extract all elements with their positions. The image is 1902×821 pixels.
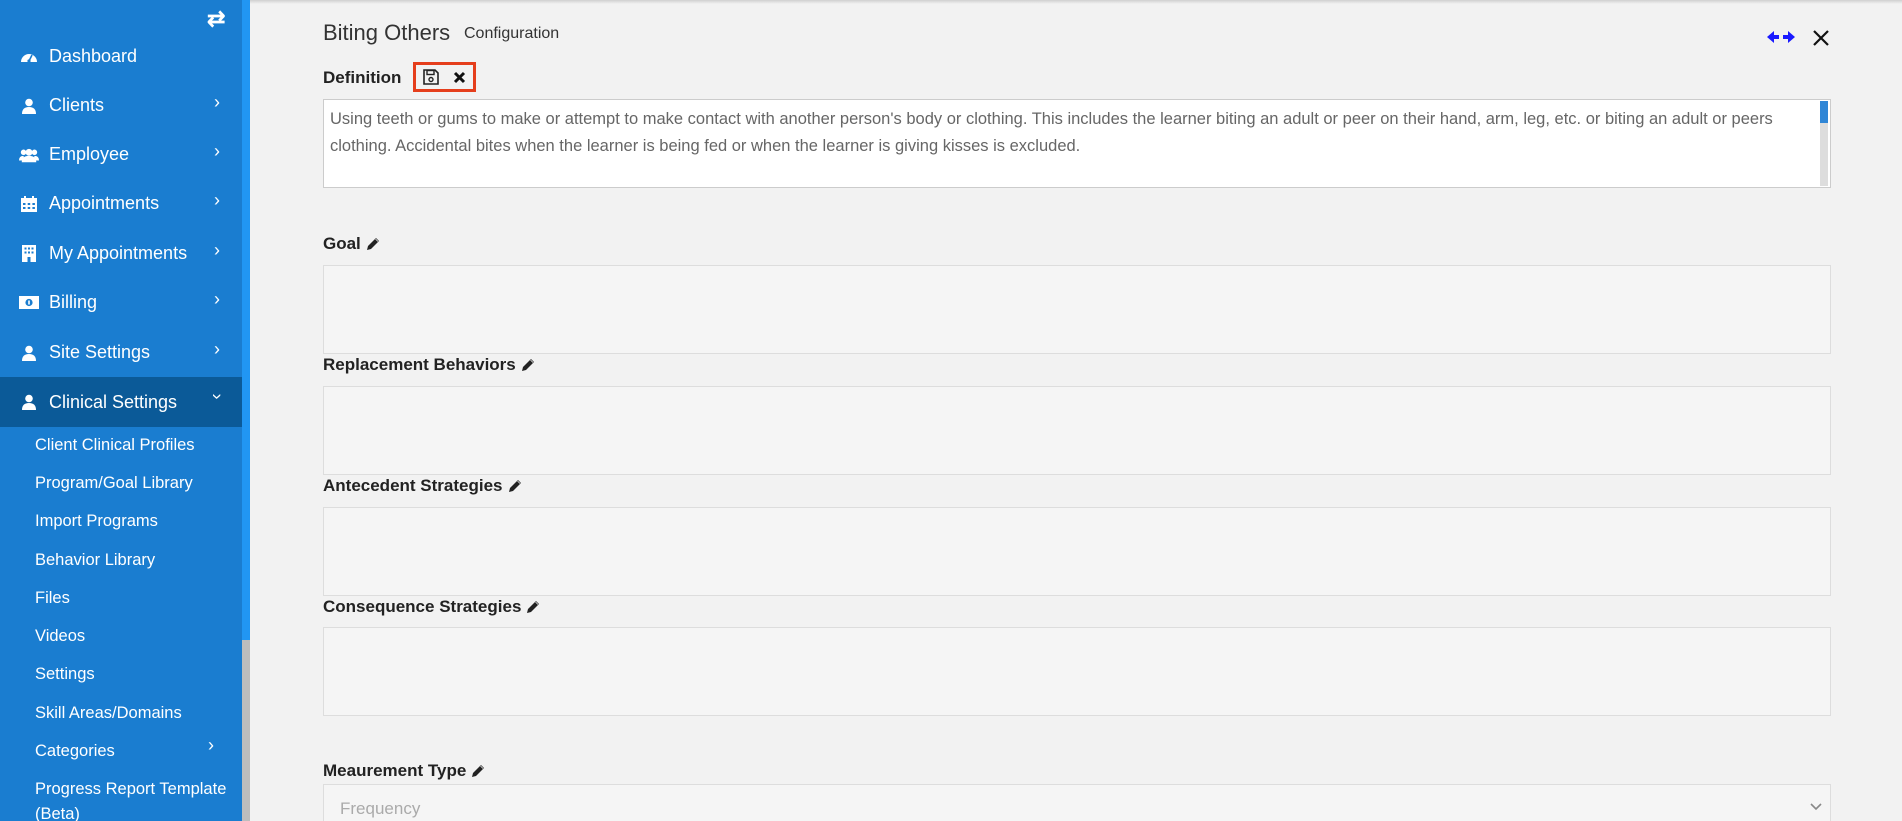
antecedent-strategies-textarea[interactable] — [323, 507, 1831, 596]
sidebar-item-label: Billing — [49, 292, 98, 312]
chevron-down-icon: › — [207, 393, 228, 400]
submenu-item-files[interactable]: Files — [35, 589, 70, 608]
goal-label: Goal — [323, 234, 380, 254]
users-icon — [19, 147, 39, 163]
sidebar-item-label: My Appointments — [49, 243, 188, 263]
dashboard-icon — [19, 50, 39, 64]
definition-label: Definition — [323, 68, 401, 88]
chevron-right-icon: › — [214, 141, 220, 161]
sidebar-item-label: Site Settings — [49, 342, 151, 362]
definition-action-group — [413, 62, 476, 92]
antecedent-strategies-label: Antecedent Strategies — [323, 476, 522, 496]
definition-label-text: Definition — [323, 68, 402, 87]
building-icon — [19, 245, 39, 262]
submenu-item-skill-areas-domains[interactable]: Skill Areas/Domains — [35, 704, 182, 723]
submenu-item-settings[interactable]: Settings — [35, 665, 95, 684]
consequence-strategies-label-text: Consequence Strategies — [323, 597, 522, 616]
pencil-icon[interactable] — [471, 764, 485, 778]
submenu-item-behavior-library[interactable]: Behavior Library — [35, 551, 155, 570]
sidebar-item-clients[interactable]: Clients › — [0, 81, 242, 130]
chevron-right-icon: › — [214, 240, 220, 260]
sidebar-item-billing[interactable]: Billing › — [0, 278, 242, 327]
pencil-icon[interactable] — [508, 479, 522, 493]
user-icon — [19, 345, 39, 361]
submenu-item-progress-report-template[interactable]: Progress Report Template — [35, 780, 226, 799]
definition-scrollbar-thumb[interactable] — [1820, 101, 1828, 123]
save-icon[interactable] — [423, 69, 439, 85]
top-shadow — [250, 0, 1902, 4]
consequence-strategies-label: Consequence Strategies — [323, 597, 540, 617]
chevron-right-icon: › — [214, 289, 220, 309]
replacement-behaviors-label: Replacement Behaviors — [323, 355, 535, 375]
sidebar-item-appointments[interactable]: Appointments › — [0, 179, 242, 228]
sidebar-item-label: Employee — [49, 144, 130, 164]
user-icon — [19, 394, 39, 410]
submenu-item-progress-report-template-beta[interactable]: (Beta) — [35, 805, 80, 821]
pencil-icon[interactable] — [521, 358, 535, 372]
measurement-type-label: Meaurement Type — [323, 761, 485, 781]
measurement-type-select[interactable]: Frequency — [323, 784, 1831, 821]
chevron-right-icon: › — [214, 92, 220, 112]
close-icon[interactable] — [1812, 29, 1830, 52]
page-subtitle: Configuration — [464, 25, 560, 42]
submenu-item-program-goal-library[interactable]: Program/Goal Library — [35, 474, 193, 493]
measurement-type-value: Frequency — [340, 799, 421, 818]
submenu-item-videos[interactable]: Videos — [35, 627, 85, 646]
submenu-item-client-clinical-profiles[interactable]: Client Clinical Profiles — [35, 436, 195, 455]
sidebar-item-dashboard[interactable]: Dashboard — [0, 32, 242, 81]
sidebar: ⇄ Dashboard Clients › Employee › Appoint… — [0, 0, 242, 821]
replacement-behaviors-textarea[interactable] — [323, 386, 1831, 475]
pencil-icon[interactable] — [366, 237, 380, 251]
goal-label-text: Goal — [323, 234, 361, 253]
user-icon — [19, 98, 39, 114]
sidebar-item-label: Appointments — [49, 193, 160, 213]
chevron-down-icon — [1810, 798, 1822, 814]
submenu-item-import-programs[interactable]: Import Programs — [35, 512, 158, 531]
consequence-strategies-textarea[interactable] — [323, 627, 1831, 716]
chevron-right-icon: › — [214, 339, 220, 359]
calendar-icon — [19, 195, 39, 212]
antecedent-strategies-label-text: Antecedent Strategies — [323, 476, 503, 495]
sidebar-item-label: Dashboard — [49, 46, 138, 66]
sidebar-item-clinical-settings[interactable]: Clinical Settings › — [0, 377, 242, 427]
expand-arrows-icon[interactable] — [1766, 30, 1796, 49]
chevron-right-icon: › — [214, 190, 220, 210]
page-title: Biting Others — [323, 20, 451, 45]
sidebar-scrollbar-thumb[interactable] — [242, 640, 250, 821]
measurement-type-label-text: Meaurement Type — [323, 761, 467, 780]
sidebar-item-employee[interactable]: Employee › — [0, 130, 242, 179]
goal-textarea[interactable] — [323, 265, 1831, 354]
sidebar-item-label: Clients — [49, 95, 105, 115]
definition-textarea[interactable]: Using teeth or gums to make or attempt t… — [323, 99, 1831, 188]
cancel-icon[interactable] — [453, 71, 466, 84]
submenu-item-categories[interactable]: Categories — [35, 742, 115, 761]
sidebar-toggle-icon[interactable]: ⇄ — [207, 6, 225, 32]
money-icon — [19, 296, 39, 309]
replacement-behaviors-label-text: Replacement Behaviors — [323, 355, 516, 374]
chevron-right-icon: › — [208, 735, 214, 755]
pencil-icon[interactable] — [526, 600, 540, 614]
sidebar-item-label: Clinical Settings — [49, 391, 178, 412]
sidebar-item-site-settings[interactable]: Site Settings › — [0, 328, 242, 377]
sidebar-item-my-appointments[interactable]: My Appointments › — [0, 229, 242, 278]
